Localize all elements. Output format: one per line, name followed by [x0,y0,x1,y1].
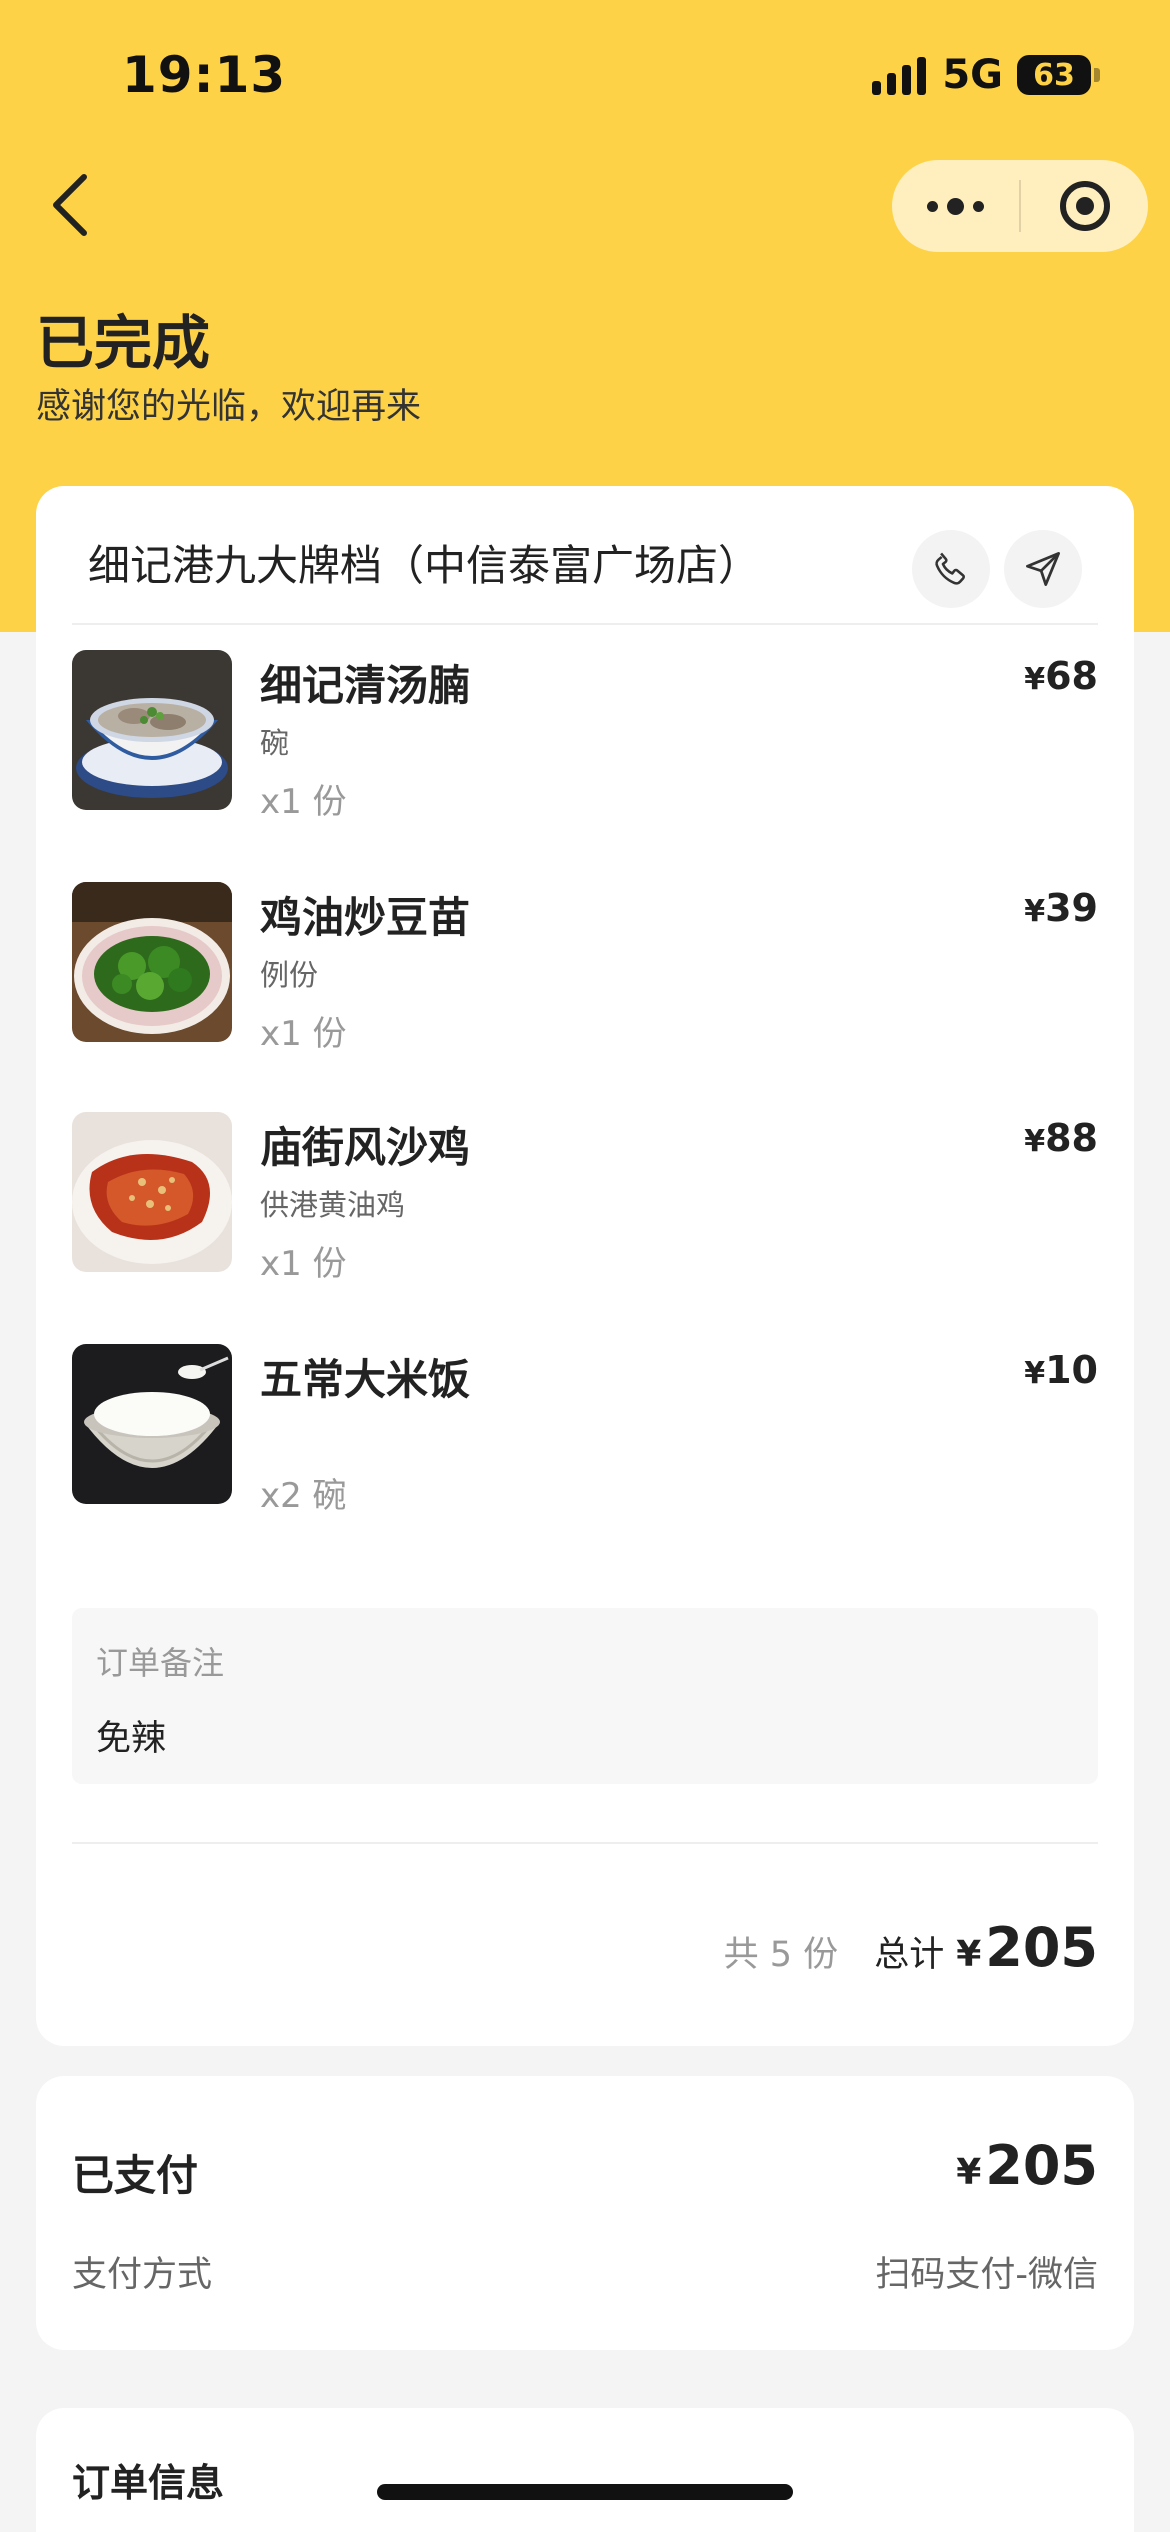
order-status-subtitle: 感谢您的光临，欢迎再来 [36,387,422,427]
item-count: 共 5 份 [723,1935,839,1975]
battery-icon: 63 [1017,55,1091,95]
item-spec: 供港黄油鸡 [260,1188,406,1222]
status-time: 19:13 [122,46,287,104]
dish-image-rice [72,1344,232,1504]
order-item: 细记清汤腩 碗 x1 份 ¥68 [72,650,1098,822]
payment-status: 已支付 [72,2151,199,2200]
currency-symbol: ¥ [956,1934,982,1975]
payment-method-label: 支付方式 [72,2255,213,2295]
order-item: 鸡油炒豆苗 例份 x1 份 ¥39 [72,882,1098,1054]
divider [72,1842,1098,1844]
item-quantity: x1 份 [260,782,347,822]
more-button[interactable] [892,160,1019,252]
payment-amount: ¥ 205 [956,2134,1098,2197]
order-note-text: 免辣 [96,1719,167,1759]
item-spec: 碗 [260,726,290,760]
divider [72,623,1098,625]
dish-image-pea-sprouts [72,882,232,1042]
total-label: 总计 [874,1935,945,1975]
item-quantity: x1 份 [260,1014,347,1054]
payment-method-value: 扫码支付-微信 [875,2255,1098,2295]
navigate-button[interactable] [1004,530,1082,608]
phone-icon [935,552,965,585]
navigation-arrow-icon [1026,552,1060,586]
item-name: 庙街风沙鸡 [260,1123,471,1172]
order-info-card: 订单信息 [36,2408,1134,2532]
chevron-left-icon [53,174,87,236]
target-icon [1059,181,1110,231]
battery-level: 63 [1033,57,1075,93]
item-quantity: x2 碗 [260,1476,347,1516]
order-status-title: 已完成 [36,309,211,377]
status-indicators: 5G 63 [872,52,1100,98]
order-item: 五常大米饭 x2 碗 ¥10 [72,1344,1098,1516]
item-price: ¥68 [1024,654,1098,698]
order-note-label: 订单备注 [96,1644,225,1682]
order-card: 细记港九大牌档（中信泰富广场店） 细记清汤腩 碗 x1 份 ¥68 鸡油炒豆苗 … [36,486,1134,2046]
order-note: 订单备注 免辣 [72,1608,1098,1784]
close-program-button[interactable] [1021,160,1148,252]
item-name: 细记清汤腩 [260,661,471,710]
more-dots-icon [927,197,984,215]
item-price: ¥10 [1024,1348,1098,1392]
mini-program-capsule [892,160,1148,252]
store-name[interactable]: 细记港九大牌档（中信泰富广场店） [88,532,760,593]
order-item: 庙街风沙鸡 供港黄油鸡 x1 份 ¥88 [72,1112,1098,1284]
back-button[interactable] [40,170,100,240]
order-summary: 共 5 份 总计 ¥ 205 [724,1916,1098,1979]
signal-icon [872,55,927,95]
total-amount: 205 [985,1916,1098,1979]
dish-image-beef-brisket [72,650,232,810]
payment-card: 已支付 ¥ 205 支付方式 扫码支付-微信 [36,2076,1134,2350]
item-name: 鸡油炒豆苗 [260,893,471,942]
order-info-title: 订单信息 [72,2461,225,2505]
item-price: ¥39 [1024,886,1098,930]
network-type: 5G [942,52,1003,98]
call-store-button[interactable] [912,530,990,608]
item-spec: 例份 [260,958,319,992]
dish-image-sand-chicken [72,1112,232,1272]
battery-tip [1094,68,1100,82]
item-price: ¥88 [1024,1116,1098,1160]
home-indicator[interactable] [377,2484,793,2500]
store-header[interactable]: 细记港九大牌档（中信泰富广场店） [36,486,1134,624]
item-quantity: x1 份 [260,1244,347,1284]
item-name: 五常大米饭 [260,1355,471,1404]
